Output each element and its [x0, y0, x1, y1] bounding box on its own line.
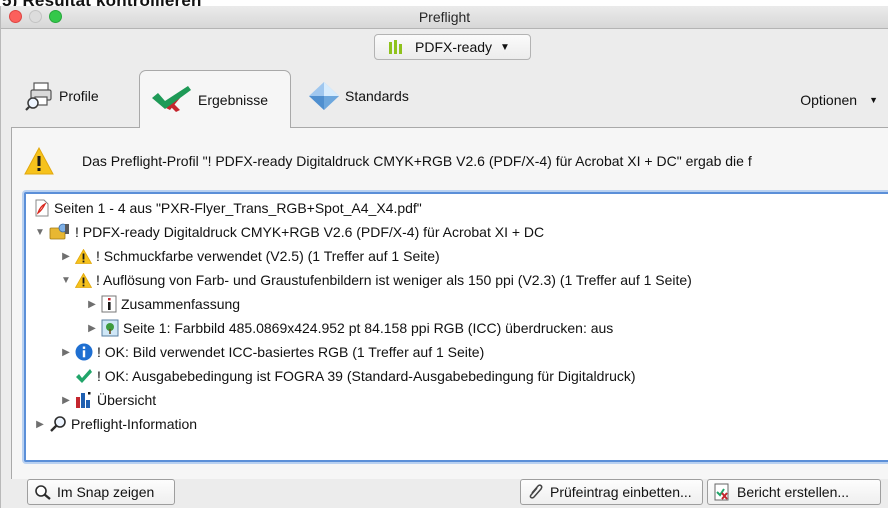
report-icon	[714, 483, 732, 501]
tree-row-icc[interactable]: ▶ ! OK: Bild verwendet ICC-basiertes RGB…	[60, 340, 484, 364]
image-icon	[101, 319, 119, 337]
bars-icon	[389, 40, 405, 54]
tree-row-resolution[interactable]: ▼ ! Auflösung von Farb- und Graustufenbi…	[60, 268, 692, 292]
create-report-button[interactable]: Bericht erstellen...	[707, 479, 881, 505]
bar-chart-icon	[75, 391, 93, 409]
check-cross-icon	[150, 84, 194, 116]
options-menu-label: Optionen	[800, 92, 858, 108]
pdf-file-icon	[34, 199, 50, 217]
chevron-down-icon: ▼	[869, 95, 878, 105]
preflight-window: Preflight PDFX-ready ▼ Profile Ergebniss…	[0, 6, 888, 508]
tree-preflight-info-label: Preflight-Information	[71, 416, 198, 432]
embed-check-button[interactable]: Prüfeintrag einbetten...	[520, 479, 703, 505]
tree-row-overview[interactable]: ▶ Übersicht	[60, 388, 156, 412]
window-title: Preflight	[418, 9, 471, 25]
disclosure-collapsed-icon[interactable]: ▶	[86, 323, 98, 334]
create-report-label: Bericht erstellen...	[737, 484, 850, 500]
disclosure-expanded-icon[interactable]: ▼	[60, 275, 72, 286]
tree-row-profile[interactable]: ▼ ! PDFX-ready Digitaldruck CMYK+RGB V2.…	[34, 220, 544, 244]
tree-spot-color-label: ! Schmuckfarbe verwendet (V2.5) (1 Treff…	[96, 248, 440, 264]
title-bar: Preflight	[1, 6, 888, 29]
disclosure-collapsed-icon[interactable]: ▶	[34, 419, 46, 430]
tree-row-spot-color[interactable]: ▶ ! Schmuckfarbe verwendet (V2.5) (1 Tre…	[60, 244, 440, 268]
info-icon	[75, 343, 93, 361]
warning-icon	[24, 147, 54, 175]
tree-overview-label: Übersicht	[97, 392, 157, 408]
disclosure-collapsed-icon[interactable]: ▶	[60, 395, 72, 406]
tab-results-label: Ergebnisse	[198, 91, 269, 108]
result-message: Das Preflight-Profil "! PDFX-ready Digit…	[24, 136, 888, 186]
tab-profile[interactable]: Profile	[25, 78, 99, 114]
tab-standards-label: Standards	[345, 88, 409, 104]
options-menu[interactable]: Optionen ▼	[800, 92, 878, 108]
embed-check-label: Prüfeintrag einbetten...	[550, 484, 692, 500]
disclosure-collapsed-icon[interactable]: ▶	[60, 347, 72, 358]
tree-row-page-image[interactable]: ▶ Seite 1: Farbbild 485.0869x424.952 pt …	[86, 316, 613, 340]
tree-page-image-label: Seite 1: Farbbild 485.0869x424.952 pt 84…	[123, 320, 614, 336]
tree-summary-label: Zusammenfassung	[121, 296, 241, 312]
tab-results[interactable]: Ergebnisse	[139, 70, 291, 128]
tree-fogra-label: ! OK: Ausgabebedingung ist FOGRA 39 (Sta…	[97, 368, 636, 384]
disclosure-collapsed-icon[interactable]: ▶	[86, 299, 98, 310]
checkmark-icon	[75, 368, 93, 384]
tab-standards[interactable]: Standards	[307, 78, 409, 114]
profile-tools-icon	[49, 223, 71, 241]
tree-icc-label: ! OK: Bild verwendet ICC-basiertes RGB (…	[97, 344, 485, 360]
tree-row-fogra[interactable]: ! OK: Ausgabebedingung ist FOGRA 39 (Sta…	[75, 364, 636, 388]
bottom-toolbar: Im Snap zeigen Prüfeintrag einbetten... …	[1, 473, 888, 508]
info-document-icon	[101, 295, 117, 313]
show-in-snap-label: Im Snap zeigen	[57, 484, 155, 500]
magnifier-icon	[49, 415, 67, 433]
paperclip-icon	[527, 483, 545, 501]
profile-dropdown[interactable]: PDFX-ready ▼	[374, 34, 531, 60]
results-tree[interactable]: Seiten 1 - 4 aus "PXR-Flyer_Trans_RGB+Sp…	[24, 192, 888, 462]
tree-row-preflight-info[interactable]: ▶ Preflight-Information	[34, 412, 197, 436]
warning-icon	[75, 272, 92, 288]
disclosure-expanded-icon[interactable]: ▼	[34, 227, 46, 238]
tree-row-summary[interactable]: ▶ Zusammenfassung	[86, 292, 240, 316]
tree-profile-label: ! PDFX-ready Digitaldruck CMYK+RGB V2.6 …	[75, 224, 545, 240]
diamond-icon	[307, 81, 341, 111]
profile-dropdown-value: PDFX-ready	[415, 39, 493, 55]
show-in-snap-button[interactable]: Im Snap zeigen	[27, 479, 175, 505]
results-panel: Das Preflight-Profil "! PDFX-ready Digit…	[11, 127, 888, 479]
disclosure-collapsed-icon[interactable]: ▶	[60, 251, 72, 262]
tab-profile-label: Profile	[59, 88, 99, 104]
tree-file-label: Seiten 1 - 4 aus "PXR-Flyer_Trans_RGB+Sp…	[54, 200, 422, 216]
tree-row-file[interactable]: Seiten 1 - 4 aus "PXR-Flyer_Trans_RGB+Sp…	[34, 196, 422, 220]
chevron-down-icon: ▼	[500, 41, 510, 53]
warning-icon	[75, 248, 92, 264]
magnifier-icon	[34, 484, 52, 500]
magnifier-printer-icon	[25, 81, 55, 111]
result-message-text: Das Preflight-Profil "! PDFX-ready Digit…	[82, 153, 752, 169]
tree-resolution-label: ! Auflösung von Farb- und Graustufenbild…	[96, 272, 692, 288]
